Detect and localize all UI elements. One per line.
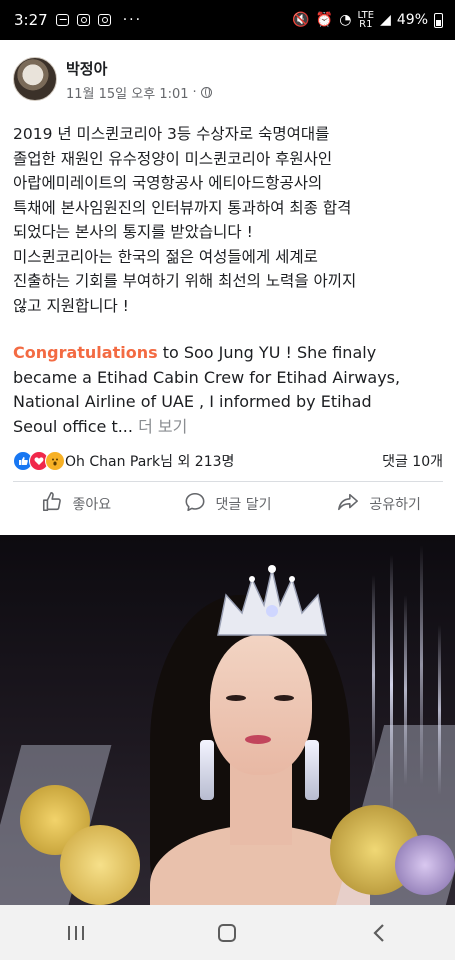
comment-label: 댓글 달기 — [215, 497, 272, 513]
text-line: Seoul office t... 더 보기 — [13, 415, 443, 440]
status-bar: 3:27 ··· 🔇 ⏰ ◔ LTE R1 ◢ 49% — [0, 0, 455, 40]
comment-icon — [184, 491, 206, 517]
signal-icon: ◢ — [380, 12, 391, 28]
text-line: 2019 년 미스퀸코리아 3등 수상자로 숙명여대를 — [13, 125, 330, 143]
text-line: 졸업한 재원인 유수정양이 미스퀸코리아 후원사인 — [13, 149, 333, 168]
text-line: 진출하는 기회를 부여하기 위해 최선의 노력을 아끼지 — [13, 272, 357, 290]
post-meta: 11월 15일 오후 1:01 · — [66, 83, 212, 102]
text-fragment: to Soo Jung YU ! She finaly — [157, 343, 377, 362]
text-line: 특채에 본사임원진의 인터뷰까지 통과하여 최종 합격 — [13, 198, 352, 217]
mute-icon: 🔇 — [292, 12, 310, 28]
overflow-indicator: ··· — [122, 12, 143, 28]
wow-icon — [45, 451, 65, 471]
text-line: 미스퀸코리아는 한국의 젊은 여성들에게 세계로 — [13, 247, 318, 266]
reaction-icons — [13, 451, 65, 471]
battery-percent: 49% — [396, 12, 428, 28]
like-label: 좋아요 — [72, 497, 112, 513]
comment-button[interactable]: 댓글 달기 — [152, 486, 304, 522]
instagram-icon — [76, 14, 90, 26]
congratulations-highlight: Congratulations — [13, 343, 158, 362]
globe-icon — [200, 87, 212, 98]
avatar[interactable] — [13, 57, 57, 101]
crown-icon — [217, 565, 327, 636]
status-time: 3:27 — [14, 11, 48, 29]
eye — [226, 695, 246, 701]
earring — [200, 740, 214, 800]
earring — [305, 740, 319, 800]
share-label: 공유하기 — [369, 497, 421, 513]
post-timestamp[interactable]: 11월 15일 오후 1:01 — [66, 83, 189, 102]
instagram-icon — [97, 14, 111, 26]
text-line: Congratulations to Soo Jung YU ! She fin… — [13, 341, 443, 366]
english-paragraph: Congratulations to Soo Jung YU ! She fin… — [13, 341, 443, 439]
reaction-summary-text: Oh Chan Park님 외 213명 — [65, 454, 235, 470]
action-bar: 좋아요 댓글 달기 공유하기 — [0, 486, 455, 522]
wifi-icon: ◔ — [339, 12, 352, 28]
post-header: 박정아 11월 15일 오후 1:01 · — [0, 44, 455, 114]
text-line: 않고 지원합니다 ! — [13, 296, 129, 315]
home-icon[interactable] — [197, 913, 257, 953]
comments-count[interactable]: 댓글 10개 — [382, 451, 443, 471]
thumbs-up-icon — [41, 491, 63, 517]
image-icon — [55, 14, 69, 26]
divider — [13, 481, 443, 482]
text-line: 되었다는 본사의 통지를 받았습니다 ! — [13, 223, 253, 241]
author-name[interactable]: 박정아 — [66, 58, 107, 79]
see-more-link[interactable]: 더 보기 — [138, 417, 187, 436]
battery-icon — [434, 12, 443, 28]
flower — [395, 835, 455, 895]
reactions-summary[interactable]: Oh Chan Park님 외 213명 댓글 10개 — [13, 448, 443, 474]
like-button[interactable]: 좋아요 — [0, 486, 152, 522]
share-button[interactable]: 공유하기 — [303, 486, 455, 522]
text-line: 아랍에미레이트의 국영항공사 에티아드항공사의 — [13, 174, 323, 192]
network-label: LTE R1 — [357, 10, 375, 30]
text-line: National Airline of UAE , I informed by … — [13, 392, 372, 411]
alarm-icon: ⏰ — [315, 12, 334, 28]
eye — [274, 695, 294, 701]
korean-paragraph: 2019 년 미스퀸코리아 3등 수상자로 숙명여대를 졸업한 재원인 유수정양… — [13, 122, 443, 318]
post-photo[interactable] — [0, 535, 455, 905]
share-icon — [337, 491, 359, 517]
back-icon[interactable] — [349, 913, 409, 953]
text-line: became a Etihad Cabin Crew for Etihad Ai… — [13, 367, 401, 387]
flower — [60, 825, 140, 905]
post-body: 2019 년 미스퀸코리아 3등 수상자로 숙명여대를 졸업한 재원인 유수정양… — [13, 122, 443, 439]
text-fragment: Seoul office t... — [13, 416, 133, 436]
system-nav-bar — [0, 905, 455, 960]
stage-light — [372, 575, 375, 775]
lips — [245, 735, 271, 744]
separator-dot: · — [192, 85, 197, 100]
face — [210, 635, 312, 775]
recent-apps-icon[interactable] — [46, 913, 106, 953]
